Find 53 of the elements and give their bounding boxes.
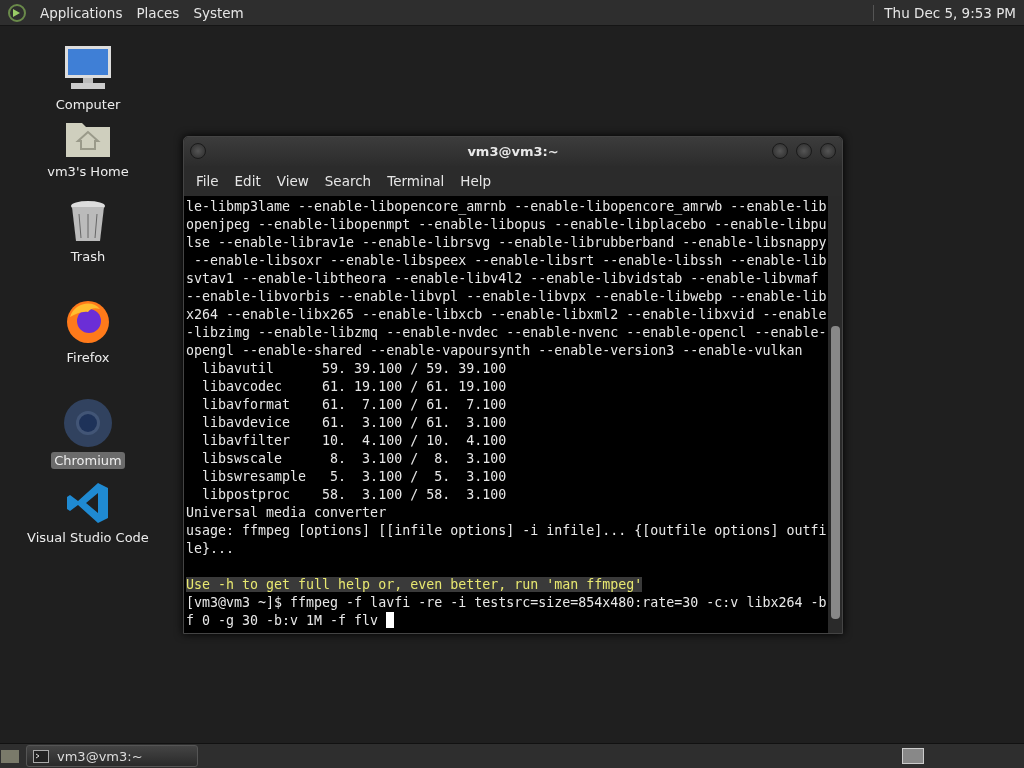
desktop-icon-label[interactable]: vm3's Home	[44, 163, 132, 180]
menu-item[interactable]: Terminal	[379, 173, 453, 189]
terminal-line: openjpeg --enable-libopenmpt --enable-libopus --enable-libplacebo --enable-libpu	[186, 217, 827, 232]
monitor-icon	[63, 44, 113, 92]
window-title: vm3@vm3:~	[467, 144, 559, 159]
terminal-line: le-libmp3lame --enable-libopencore_amrnb --enable-libopencore_amrwb --enable-lib	[186, 199, 827, 214]
close-button[interactable]	[820, 143, 836, 159]
terminal-line: le}...	[186, 541, 235, 556]
terminal-line: lse --enable-librav1e --enable-librsvg --enable-librubberband --enable-libsnappy	[186, 235, 827, 250]
terminal-line: libpostproc 58. 3.100 / 58. 3.100	[201, 487, 507, 502]
panel-menu[interactable]: Applications	[40, 4, 123, 21]
desktop-icon-label[interactable]: Computer	[52, 96, 124, 113]
menu-item[interactable]: View	[268, 173, 317, 189]
terminal-line: libavfilter 10. 4.100 / 10. 4.100	[201, 433, 507, 448]
terminal-line: --enable-libsoxr --enable-libspeex --enable-libsrt --enable-libssh --enable-lib	[193, 253, 827, 268]
terminal-line: -libzimg --enable-libzmq --enable-nvdec --enable-nvenc --enable-opencl --enable-	[186, 325, 827, 340]
distro-logo-icon[interactable]	[8, 3, 26, 22]
desktop-icon-label[interactable]: Trash	[67, 248, 109, 265]
terminal-line: usage: ffmpeg [options] [[infile options] -i infile]... {[outfile options] outfi	[186, 523, 827, 538]
code-editor-icon	[66, 481, 110, 525]
terminal-line: libswresample 5. 3.100 / 5. 3.100	[201, 469, 507, 484]
menu-item[interactable]: File	[188, 173, 227, 189]
chromium-icon	[63, 398, 113, 448]
terminal-line: libavformat 61. 7.100 / 61. 7.100	[201, 397, 507, 412]
terminal-line: libavdevice 61. 3.100 / 61. 3.100	[201, 415, 507, 430]
desktop-icon-label[interactable]: Visual Studio Code	[24, 529, 152, 546]
terminal-line: libavutil 59. 39.100 / 59. 39.100	[201, 361, 507, 376]
show-desktop-icon[interactable]	[0, 748, 20, 764]
workspace-switcher-icon[interactable]	[902, 748, 924, 764]
terminal-line: --enable-libvorbis --enable-libvpl --enable-libvpx --enable-libwebp --enable-lib	[186, 289, 827, 304]
terminal-line: x264 --enable-libx265 --enable-libxcb --enable-libxml2 --enable-libxvid --enable	[186, 307, 827, 322]
panel-menu[interactable]: System	[193, 4, 244, 21]
terminal-line: f 0 -g 30 -b:v 1M -f flv	[186, 613, 379, 628]
terminal-line: Universal media converter	[186, 505, 387, 520]
desktop-icon-label[interactable]: Firefox	[63, 349, 113, 366]
menu-item[interactable]: Help	[452, 173, 500, 189]
trash-icon	[69, 200, 107, 244]
clock[interactable]: Thu Dec 5, 9:53 PM	[873, 4, 1016, 21]
terminal-line: svtav1 --enable-libtheora --enable-libv4l2 --enable-libvidstab --enable-libvmaf	[186, 271, 819, 286]
terminal-line: opengl --enable-shared --enable-vapoursynth --enable-version3 --enable-vulkan	[186, 343, 803, 358]
minimize-button[interactable]	[772, 143, 788, 159]
terminal-line: [vm3@vm3 ~]$ ffmpeg -f lavfi -re -i testsrc=size=854x480:rate=30 -c:v libx264 -b	[186, 595, 827, 610]
desktop-icon-label[interactable]: Chromium	[51, 452, 125, 469]
terminal-line: libavcodec 61. 19.100 / 61. 19.100	[201, 379, 507, 394]
scrollbar[interactable]	[828, 196, 842, 633]
panel-menu[interactable]: Places	[136, 4, 180, 21]
window-menu-button[interactable]	[190, 143, 206, 159]
terminal-icon	[33, 749, 49, 763]
maximize-button[interactable]	[796, 143, 812, 159]
terminal-line: libswscale 8. 3.100 / 8. 3.100	[201, 451, 507, 466]
menu-item[interactable]: Search	[316, 173, 380, 189]
menu-item[interactable]: Edit	[226, 173, 269, 189]
taskbar-button[interactable]: vm3@vm3:~	[26, 745, 198, 767]
